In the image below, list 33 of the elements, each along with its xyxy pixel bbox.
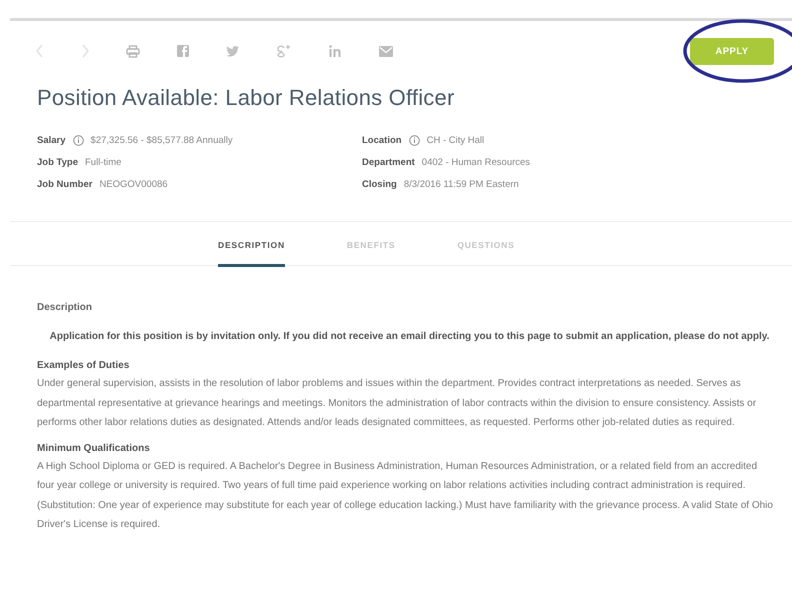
facebook-icon[interactable] [177, 45, 189, 57]
linkedin-icon[interactable] [329, 45, 342, 57]
detail-label: Job Type [37, 156, 78, 168]
tab[interactable]: DESCRIPTION [218, 222, 285, 267]
section-text: Under general supervision, assists in the resolution of labor problems and issues within the department. Provides contract interpretations as needed. Serves as departmental representative at grievance hearings and meetings. Monitors the administration of labor contracts within the division to ensure consistency. Assists or performs other labor relations duties as designated. Attends and/or leads designated committees, as requested. Performs other job-related duties as required. [37, 377, 758, 430]
forward-icon[interactable] [81, 44, 89, 58]
tab[interactable]: BENEFITS [346, 222, 396, 264]
detail-value: NEOGOV00086 [99, 178, 168, 190]
detail-value: $27,325.56 - $85,577.88 Annually [90, 134, 233, 146]
detail-label: Location [362, 134, 402, 146]
job-title: Position Available: Labor Relations Officer [37, 85, 456, 111]
detail-label: Salary [37, 134, 66, 146]
info-icon[interactable] [408, 134, 420, 146]
section-heading: Examples of Duties [37, 360, 130, 371]
notice-text: Application for this position is by invitation only. If you did not receive an email directing you to this page to submit an application, please do not apply. [48, 330, 770, 344]
google-plus-icon[interactable] [276, 44, 292, 58]
detail-value: Full-time [85, 156, 122, 168]
detail-label: Department [362, 156, 415, 168]
detail-label: Job Number [37, 178, 92, 190]
section-heading: Minimum Qualifications [37, 442, 151, 454]
section-text: A High School Diploma or GED is required. A Bachelor's Degree in Business Administration, Human Resources Administration, or a related field from an accredited four year college or university is required. Two years of full time paid experience working on labor relations activities including contract administration is required. (Substitution: One year of experience may substitute for each year of college education lacking.) Must have familiarity with the grievance process. A valid State of Ohio Driver's License is required. [37, 460, 774, 532]
section-label: Description [37, 302, 94, 313]
detail-value: CH - City Hall [426, 134, 484, 146]
info-icon[interactable] [72, 134, 84, 146]
tab[interactable]: QUESTIONS [457, 222, 515, 264]
bird-icon[interactable] [226, 46, 239, 56]
detail-label: Closing [362, 178, 397, 190]
back-icon[interactable] [36, 44, 44, 58]
print-icon[interactable] [126, 44, 140, 58]
detail-value: 0402 - Human Resources [422, 156, 530, 168]
email-icon[interactable] [379, 46, 393, 56]
detail-value: 8/3/2016 11:59 PM Eastern [404, 178, 519, 190]
apply-button[interactable]: APPLY [690, 38, 774, 64]
